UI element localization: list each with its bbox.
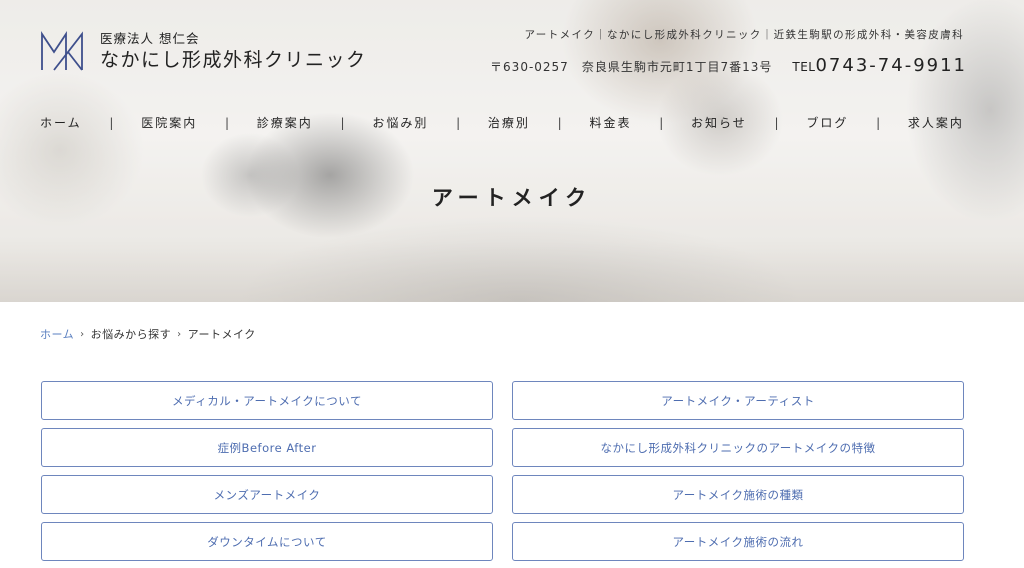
link-about-medical-artmake[interactable]: メディカル・アートメイクについて — [41, 381, 493, 420]
clinic-address: 〒630-0257 奈良県生駒市元町1丁目7番13号 — [490, 60, 773, 74]
link-before-after[interactable]: 症例Before After — [41, 428, 493, 467]
header-tagline: アートメイク｜なかにし形成外科クリニック｜近鉄生駒駅の形成外科・美容皮膚科 — [524, 29, 964, 41]
link-clinic-features[interactable]: なかにし形成外科クリニックのアートメイクの特徴 — [512, 428, 964, 467]
link-mens-artmake[interactable]: メンズアートメイク — [41, 475, 493, 514]
nav-item-blog[interactable]: ブログ — [806, 114, 848, 131]
nav-separator: | — [659, 115, 664, 130]
tel-prefix: TEL — [792, 60, 816, 74]
nav-separator: | — [340, 115, 345, 130]
nav-item-about[interactable]: 医院案内 — [141, 114, 197, 131]
link-treatment-flow[interactable]: アートメイク施術の流れ — [512, 522, 964, 561]
site-logo[interactable]: 医療法人 想仁会 なかにし形成外科クリニック — [40, 30, 367, 74]
nav-separator: | — [109, 115, 114, 130]
link-artmake-artist[interactable]: アートメイク・アーティスト — [512, 381, 964, 420]
clinic-name: なかにし形成外科クリニック — [100, 49, 367, 71]
artmake-link-grid: メディカル・アートメイクについて アートメイク・アーティスト 症例Before … — [41, 381, 965, 561]
breadcrumb-concerns[interactable]: お悩みから探す — [91, 326, 172, 342]
nav-item-recruit[interactable]: 求人案内 — [908, 114, 964, 131]
breadcrumb: ホーム › お悩みから探す › アートメイク — [40, 326, 256, 342]
nav-item-treatments[interactable]: 治療別 — [488, 114, 530, 131]
nav-item-home[interactable]: ホーム — [40, 114, 82, 131]
hero-banner: 医療法人 想仁会 なかにし形成外科クリニック アートメイク｜なかにし形成外科クリ… — [0, 0, 1024, 302]
header-contact: 〒630-0257 奈良県生駒市元町1丁目7番13号 TEL0743-74-99… — [490, 55, 967, 76]
nav-separator: | — [456, 115, 461, 130]
link-downtime[interactable]: ダウンタイムについて — [41, 522, 493, 561]
nav-item-news[interactable]: お知らせ — [691, 114, 747, 131]
nav-separator: | — [224, 115, 229, 130]
page-title: アートメイク — [431, 186, 593, 210]
breadcrumb-chevron-icon: › — [80, 328, 85, 340]
breadcrumb-chevron-icon: › — [177, 328, 182, 340]
nav-item-pricing[interactable]: 料金表 — [589, 114, 631, 131]
nav-separator: | — [557, 115, 562, 130]
logo-text: 医療法人 想仁会 なかにし形成外科クリニック — [100, 31, 367, 73]
tel-number: 0743-74-9911 — [815, 55, 967, 76]
phone-number[interactable]: TEL0743-74-9911 — [792, 55, 967, 76]
nav-separator: | — [876, 115, 881, 130]
nav-separator: | — [774, 115, 779, 130]
nav-item-concerns[interactable]: お悩み別 — [372, 114, 428, 131]
nk-monogram-icon — [41, 31, 83, 71]
nav-item-services[interactable]: 診療案内 — [257, 114, 313, 131]
breadcrumb-current: アートメイク — [187, 328, 256, 341]
global-nav: ホーム | 医院案内 | 診療案内 | お悩み別 | 治療別 | 料金表 | お… — [40, 114, 964, 131]
logo-subtitle: 医療法人 想仁会 — [100, 31, 200, 46]
link-treatment-types[interactable]: アートメイク施術の種類 — [512, 475, 964, 514]
breadcrumb-home[interactable]: ホーム — [40, 326, 74, 342]
